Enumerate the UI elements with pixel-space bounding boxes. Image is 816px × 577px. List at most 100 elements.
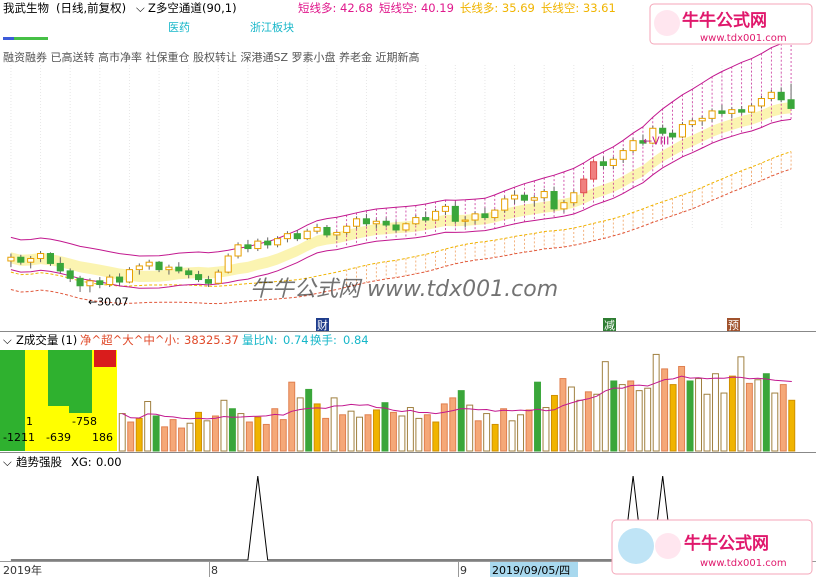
turnover-value: 0.84	[343, 333, 369, 347]
candle-body	[343, 225, 351, 233]
volume-bar	[144, 401, 152, 452]
collapse-icon[interactable]: ⌵	[136, 1, 145, 15]
concept-list: 融资融券 已高送转 高市净率 社保重仓 股权转让 深港通SZ 罗素小盘 养老金 …	[3, 50, 420, 64]
readout-3: 长线空: 33.61	[541, 1, 616, 15]
trend-indicator-name[interactable]: 趋势强股	[16, 455, 62, 469]
sector-tag-zhejiang[interactable]: 浙江板块	[250, 20, 294, 34]
volume-bar	[534, 381, 541, 452]
candle-body	[520, 194, 528, 201]
indicator-name[interactable]: Z多空通道	[148, 1, 202, 15]
candle-body	[590, 161, 598, 180]
chart-canvas: 我武生物 (日线,前复权) ⌵ Z多空通道 (90,1) 短线多: 42.68 短…	[0, 0, 816, 577]
volume-indicator-param: (1)	[61, 333, 77, 347]
candle-body	[718, 110, 726, 114]
volume-bar	[398, 415, 406, 452]
logo-url-bottom: www.tdx001.com	[700, 558, 787, 569]
volume-bar	[695, 378, 703, 452]
event-badge-reduce-label: 减	[604, 319, 615, 332]
candle-body	[86, 280, 94, 287]
money-flow-block: 1 -758 -1211 -639 186	[0, 350, 117, 451]
stock-title[interactable]: 我武生物	[3, 1, 49, 15]
watermark-text: 牛牛公式网 www.tdx001.com	[250, 277, 558, 302]
candle-body	[570, 192, 578, 204]
logo-top-right: 牛牛公式网 www.tdx001.com	[649, 3, 813, 45]
flow-number-1: 1	[26, 415, 33, 428]
candle-body	[313, 226, 321, 232]
candle-body	[599, 161, 607, 166]
volume-bar	[500, 408, 508, 452]
candle-body	[244, 244, 252, 250]
candle-body	[678, 124, 686, 138]
candle-body	[540, 191, 548, 199]
volume-bar	[161, 426, 169, 452]
collapse-icon-vol[interactable]: ⌵	[3, 333, 12, 347]
volume-bar	[771, 392, 779, 452]
candle-body	[293, 233, 301, 240]
volume-bar	[339, 414, 347, 452]
volume-bar	[373, 409, 380, 452]
volume-bar	[737, 356, 745, 452]
volume-bar	[220, 399, 228, 452]
volume-bar	[296, 397, 304, 452]
candle-body	[145, 261, 153, 267]
volume-bar	[618, 384, 626, 452]
volume-bar	[466, 404, 474, 452]
volume-bar	[118, 413, 126, 452]
volume-bar	[652, 353, 660, 452]
volume-bar	[186, 422, 194, 452]
volume-bar	[211, 415, 219, 452]
collapse-icon-trend[interactable]: ⌵	[3, 455, 12, 469]
volume-bar	[415, 417, 423, 452]
readout-0: 短线多: 42.68	[298, 1, 373, 15]
volume-bar	[313, 403, 321, 452]
candle-body	[392, 224, 400, 231]
candle-body	[116, 276, 124, 283]
candle-body	[412, 217, 420, 225]
volume-bar	[127, 421, 135, 452]
wave-label: ←VIII	[643, 135, 669, 148]
candle-body	[738, 109, 746, 113]
flow-bar-small	[94, 350, 116, 367]
flow-bar-large	[48, 350, 69, 406]
candle-body	[96, 280, 104, 286]
volume-bar	[457, 390, 465, 452]
volume-bar	[432, 421, 440, 452]
candle-body	[224, 255, 232, 273]
volume-bar	[406, 407, 414, 452]
volume-bar	[669, 384, 677, 452]
low-price-marker: ←30.07	[88, 295, 129, 308]
volume-bar	[245, 421, 253, 452]
candle-body	[7, 256, 15, 262]
volume-bar	[661, 368, 669, 452]
candle-body	[787, 99, 795, 109]
candle-body	[501, 198, 509, 211]
volume-bar	[178, 427, 186, 452]
volume-bar	[152, 415, 160, 452]
candle-body	[46, 253, 54, 264]
candle-body	[106, 276, 114, 286]
candle	[580, 176, 588, 196]
concept-bar-blue	[3, 37, 14, 40]
volume-bar	[483, 413, 491, 452]
flow-bar-medium	[69, 350, 92, 413]
cow-mascot-icon-bottom	[655, 533, 681, 559]
candle-body	[708, 110, 716, 119]
volume-bar	[542, 407, 550, 452]
logo-title-bottom: 牛牛公式网	[684, 533, 769, 554]
volume-bar	[686, 380, 694, 452]
readout-1: 短线空: 40.19	[379, 1, 454, 15]
candle-body	[402, 223, 410, 231]
candle	[125, 267, 133, 284]
candle	[224, 253, 232, 274]
candle	[402, 222, 410, 232]
candle-body	[422, 217, 430, 221]
event-badge-forecast-label: 预	[728, 319, 739, 332]
event-badge-finance-label: 财	[317, 318, 328, 332]
candle-body	[748, 105, 756, 113]
volume-bar	[762, 373, 770, 452]
sector-tag-pharma[interactable]: 医药	[168, 21, 190, 34]
candle	[590, 159, 598, 182]
volume-indicator-name[interactable]: Z成交量	[16, 333, 58, 347]
candle-body	[382, 220, 390, 226]
flow-number-3: -1211	[3, 431, 35, 444]
